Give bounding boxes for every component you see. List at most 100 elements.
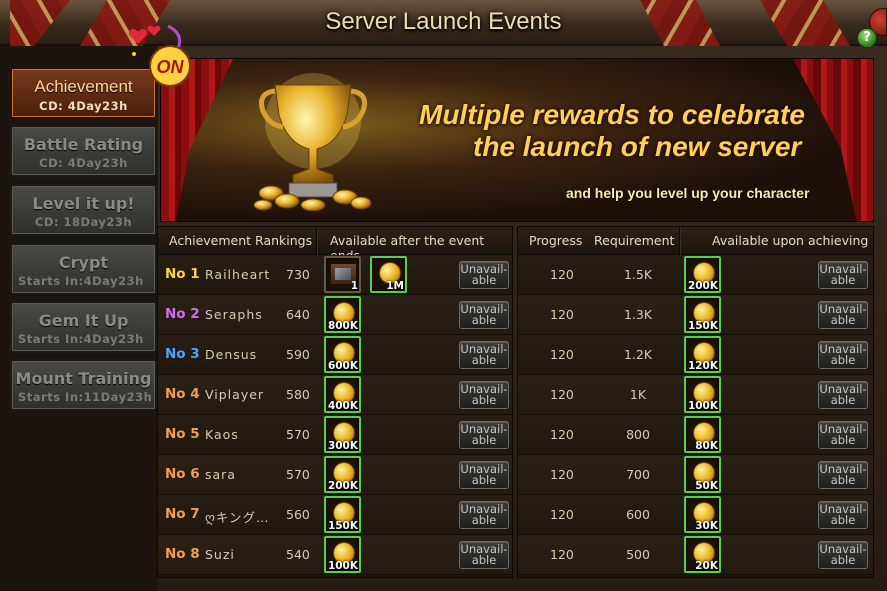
reward-quantity: 120K xyxy=(687,360,718,372)
unavailable-claim-button[interactable]: Unavail-able xyxy=(818,421,868,449)
sidebar-tab-1[interactable]: Battle Rating CD: 4Day23h xyxy=(10,125,157,177)
event-banner: Multiple rewards to celebrate the launch… xyxy=(160,58,874,222)
unavailable-claim-button[interactable]: Unavail-able xyxy=(818,301,868,329)
reward-quantity: 80K xyxy=(695,440,718,452)
ranking-row: No 6 sara 570 200K Unavail-able xyxy=(158,455,512,495)
sidebar-tab-timer: Starts In:4Day23h xyxy=(18,274,144,288)
requirement-value: 700 xyxy=(626,467,650,482)
unavailable-claim-button[interactable]: Unavail-able xyxy=(818,261,868,289)
player-score: 570 xyxy=(286,467,310,482)
player-score: 590 xyxy=(286,347,310,362)
reward-quantity: 100K xyxy=(327,560,358,572)
reward-quantity: 30K xyxy=(695,520,718,532)
ranking-row: No 7 ღキング… 560 150K Unavail-able xyxy=(158,495,512,535)
player-name: sara xyxy=(205,467,236,482)
progress-header-label: Progress xyxy=(529,233,583,248)
reward-item-slot[interactable]: 400K xyxy=(324,376,361,413)
unavailable-claim-button[interactable]: Unavail-able xyxy=(459,541,509,569)
reward-item-slot[interactable]: 80K xyxy=(684,416,721,453)
reward-item-slot[interactable]: 150K xyxy=(684,296,721,333)
requirement-row: 120 1K 100K Unavail-able xyxy=(518,375,873,415)
requirement-value: 500 xyxy=(626,547,650,562)
help-icon[interactable]: ? xyxy=(857,28,877,48)
reward-item-slot[interactable]: 150K xyxy=(324,496,361,533)
player-score: 640 xyxy=(286,307,310,322)
requirement-value: 1.2K xyxy=(623,347,653,362)
requirement-row: 120 1.5K 200K Unavail-able xyxy=(518,255,873,295)
ranking-row: No 3 Densus 590 600K Unavail-able xyxy=(158,335,512,375)
unavailable-claim-button[interactable]: Unavail-able xyxy=(818,541,868,569)
requirement-value: 1.3K xyxy=(623,307,653,322)
ranking-row: No 5 Kaos 570 300K Unavail-able xyxy=(158,415,512,455)
unavailable-claim-button[interactable]: Unavail-able xyxy=(459,301,509,329)
reward-quantity: 800K xyxy=(327,320,358,332)
unavailable-claim-button[interactable]: Unavail-able xyxy=(459,501,509,529)
reward-item-slot[interactable]: 100K xyxy=(324,536,361,573)
trophy-icon xyxy=(253,73,372,211)
reward-item-slot[interactable]: 120K xyxy=(684,336,721,373)
reward-item-slot[interactable]: 200K xyxy=(324,456,361,493)
unavailable-claim-button[interactable]: Unavail-able xyxy=(818,381,868,409)
reward-item-slot[interactable]: 50K xyxy=(684,456,721,493)
sidebar-tab-timer: CD: 4Day23h xyxy=(39,156,128,170)
sidebar-tab-2[interactable]: Level it up! CD: 18Day23h xyxy=(10,184,157,236)
reward-item-slot[interactable]: 20K xyxy=(684,536,721,573)
sidebar-tab-label: Level it up! xyxy=(32,194,135,213)
requirement-row: 120 500 20K Unavail-able xyxy=(518,535,873,575)
sidebar-tab-timer: Starts In:11Day23h xyxy=(18,390,153,404)
rank-label: No 1 xyxy=(165,266,200,282)
reward-quantity: 200K xyxy=(327,480,358,492)
rank-label: No 2 xyxy=(165,306,200,322)
reward-item-slot[interactable]: 100K xyxy=(684,376,721,413)
unavailable-claim-button[interactable]: Unavail-able xyxy=(459,261,509,289)
rankings-header-label: Achievement Rankings xyxy=(169,233,313,248)
sidebar-tab-label: Mount Training xyxy=(15,369,152,388)
player-name: Kaos xyxy=(205,427,239,442)
player-name: Viplayer xyxy=(205,387,265,402)
ranking-row: No 8 Suzi 540 100K Unavail-able xyxy=(158,535,512,575)
unavailable-claim-button[interactable]: Unavail-able xyxy=(818,461,868,489)
progress-value: 120 xyxy=(550,507,574,522)
reward-quantity: 50K xyxy=(695,480,718,492)
player-name: Railheart xyxy=(205,267,271,282)
progress-value: 120 xyxy=(550,267,574,282)
sidebar-tab-4[interactable]: Gem It Up Starts In:4Day23h xyxy=(10,301,157,353)
progress-value: 120 xyxy=(550,387,574,402)
unavailable-claim-button[interactable]: Unavail-able xyxy=(459,381,509,409)
progress-value: 120 xyxy=(550,467,574,482)
player-name: Densus xyxy=(205,347,258,362)
progress-value: 120 xyxy=(550,547,574,562)
ranking-row: No 1 Railheart 730 1 1M Unavail-able xyxy=(158,255,512,295)
sidebar-tab-label: Battle Rating xyxy=(23,135,144,154)
reward-item-slot[interactable]: 800K xyxy=(324,296,361,333)
player-name: Seraphs xyxy=(205,307,263,322)
sidebar-tab-3[interactable]: Crypt Starts In:4Day23h xyxy=(10,243,157,295)
sidebar-tab-label: Crypt xyxy=(58,253,109,272)
reward-item-slot[interactable]: 600K xyxy=(324,336,361,373)
reward-quantity: 20K xyxy=(695,560,718,572)
reward-quantity: 150K xyxy=(327,520,358,532)
reward-item-slot[interactable]: 1M xyxy=(370,256,407,293)
reward-item-slot[interactable]: 300K xyxy=(324,416,361,453)
progress-value: 120 xyxy=(550,307,574,322)
reward-item-slot[interactable]: 30K xyxy=(684,496,721,533)
unavailable-claim-button[interactable]: Unavail-able xyxy=(459,461,509,489)
sidebar-tab-timer: CD: 18Day23h xyxy=(34,215,133,229)
unavailable-claim-button[interactable]: Unavail-able xyxy=(818,501,868,529)
unavailable-claim-button[interactable]: Unavail-able xyxy=(459,421,509,449)
requirement-value: 600 xyxy=(626,507,650,522)
reward-item-slot[interactable]: 1 xyxy=(324,256,361,293)
requirement-header-label: Requirement xyxy=(594,233,675,248)
player-name: Suzi xyxy=(205,547,235,562)
reward-quantity: 1M xyxy=(386,280,404,292)
rank-label: No 8 xyxy=(165,546,200,562)
ranking-row: No 4 Viplayer 580 400K Unavail-able xyxy=(158,375,512,415)
unavailable-claim-button[interactable]: Unavail-able xyxy=(818,341,868,369)
banner-headline-2: the launch of new server xyxy=(473,131,802,162)
rankings-header: Achievement Rankings Available after the… xyxy=(158,227,512,263)
sidebar-tab-5[interactable]: Mount Training Starts In:11Day23h xyxy=(10,359,157,411)
unavailable-claim-button[interactable]: Unavail-able xyxy=(459,341,509,369)
reward-quantity: 300K xyxy=(327,440,358,452)
requirement-value: 1.5K xyxy=(623,267,653,282)
reward-item-slot[interactable]: 200K xyxy=(684,256,721,293)
